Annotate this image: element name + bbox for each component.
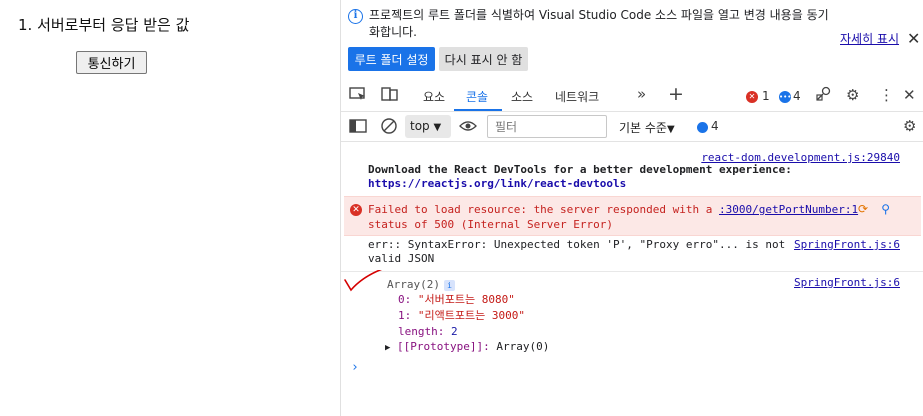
log-levels-dropdown[interactable]: 기본 수준▼ bbox=[619, 119, 675, 136]
console-error-message: ✕ Failed to load resource: the server re… bbox=[344, 196, 921, 236]
filter-input[interactable] bbox=[487, 115, 607, 138]
tab-network[interactable]: 네트워크 bbox=[555, 88, 599, 105]
array-item: 0: "서버포트는 8080" bbox=[398, 293, 515, 307]
array-key: length: bbox=[398, 325, 445, 338]
network-request-icon[interactable]: ⟳ bbox=[858, 202, 868, 216]
network-icons[interactable]: ⟳ ⚲ bbox=[858, 202, 890, 216]
console-toolbar: top ▼ 기본 수준▼ 4 ⚙ bbox=[341, 112, 923, 142]
message-body: status of 500 (Internal Server Error) bbox=[368, 218, 614, 231]
source-link[interactable]: SpringFront.js:6 bbox=[794, 238, 900, 251]
log-levels-label: 기본 수준 bbox=[619, 121, 667, 135]
page-heading: 1. 서버로부터 응답 받은 값 bbox=[18, 16, 190, 34]
array-length: length: 2 bbox=[398, 325, 458, 339]
message-text: Download the React DevTools for a better… bbox=[368, 163, 903, 191]
message-text: err:: SyntaxError: Unexpected token 'P',… bbox=[368, 238, 786, 265]
more-options-icon[interactable]: ⋮ bbox=[879, 86, 894, 104]
console-message: SpringFront.js:6 err:: SyntaxError: Unex… bbox=[341, 236, 923, 272]
tab-console[interactable]: 콘솔 bbox=[466, 88, 488, 105]
infobar-message: 프로젝트의 루트 폴더를 식별하여 Visual Studio Code 소스 … bbox=[369, 8, 829, 39]
active-tab-indicator bbox=[454, 109, 502, 111]
chevron-down-icon: ▼ bbox=[433, 122, 442, 133]
message-icon[interactable]: ••• bbox=[779, 91, 791, 103]
tab-elements[interactable]: 요소 bbox=[423, 88, 445, 105]
message-text: Failed to load resource: the server resp… bbox=[368, 202, 878, 232]
console-array-message: SpringFront.js:6 Array(2) i 0: "서버포트는 808… bbox=[341, 270, 923, 366]
inspect-element-icon[interactable] bbox=[349, 86, 367, 106]
console-output: react-dom.development.js:29840 Download … bbox=[341, 143, 923, 416]
array-key: 0: bbox=[398, 293, 412, 306]
feedback-icon[interactable] bbox=[815, 86, 833, 106]
array-key: 1: bbox=[398, 309, 412, 322]
source-link[interactable]: SpringFront.js:6 bbox=[794, 276, 900, 289]
clear-console-icon[interactable] bbox=[380, 117, 398, 139]
fetch-button[interactable]: 통신하기 bbox=[76, 51, 147, 74]
close-devtools-icon[interactable]: ✕ bbox=[903, 86, 916, 104]
context-select[interactable]: top ▼ bbox=[405, 115, 451, 138]
prototype-key: [[Prototype]]: bbox=[397, 340, 490, 353]
console-prompt-icon[interactable]: › bbox=[351, 360, 359, 375]
info-icon: i bbox=[348, 9, 363, 24]
console-settings-icon[interactable]: ⚙ bbox=[903, 117, 916, 135]
error-icon: ✕ bbox=[350, 204, 362, 216]
eye-icon[interactable] bbox=[459, 119, 477, 137]
sidebar-toggle-icon[interactable] bbox=[349, 118, 367, 138]
message-count[interactable]: 4 bbox=[793, 89, 801, 103]
expand-triangle-icon[interactable]: ▶ bbox=[385, 343, 390, 353]
set-root-folder-button[interactable]: 루트 폴더 설정 bbox=[348, 47, 435, 71]
issues-count[interactable]: 4 bbox=[711, 119, 719, 133]
message-body: Failed to load resource: the server resp… bbox=[368, 203, 719, 216]
infobar: i 프로젝트의 루트 폴더를 식별하여 Visual Studio Code 소… bbox=[341, 0, 923, 78]
more-tabs-icon[interactable]: » bbox=[637, 85, 646, 103]
array-summary[interactable]: Array(2) i bbox=[387, 278, 455, 291]
prototype-value: Array(0) bbox=[496, 340, 550, 353]
context-value: top bbox=[410, 119, 430, 133]
web-page: 1. 서버로부터 응답 받은 값 통신하기 bbox=[0, 0, 340, 416]
issues-icon[interactable] bbox=[697, 122, 708, 133]
error-count[interactable]: 1 bbox=[762, 89, 770, 103]
array-value: 2 bbox=[450, 325, 458, 338]
array-value: "리액트포트는 3000" bbox=[417, 309, 525, 322]
search-icon[interactable]: ⚲ bbox=[881, 202, 890, 216]
message-body: Download the React DevTools for a better… bbox=[368, 163, 792, 176]
error-icon[interactable]: ✕ bbox=[746, 91, 758, 103]
resource-link[interactable]: :3000/getPortNumber:1 bbox=[719, 203, 858, 216]
close-icon[interactable]: ✕ bbox=[907, 29, 920, 48]
learn-more-link[interactable]: 자세히 표시 bbox=[840, 30, 899, 47]
gear-icon[interactable]: ⚙ bbox=[846, 86, 859, 104]
info-badge-icon[interactable]: i bbox=[443, 279, 455, 291]
tab-sources[interactable]: 소스 bbox=[511, 88, 533, 105]
devtools-tabbar: 요소 콘솔 소스 네트워크 » + ✕ 1 ••• 4 ⚙ ⋮ ✕ bbox=[341, 80, 923, 112]
console-message: react-dom.development.js:29840 Download … bbox=[341, 149, 923, 199]
chevron-down-icon: ▼ bbox=[666, 124, 675, 135]
array-item: 1: "리액트포트는 3000" bbox=[398, 309, 525, 323]
array-label: Array(2) bbox=[387, 278, 440, 291]
devtools-panel: i 프로젝트의 루트 폴더를 식별하여 Visual Studio Code 소… bbox=[341, 0, 923, 416]
dont-show-again-button[interactable]: 다시 표시 안 함 bbox=[439, 47, 528, 71]
add-tab-icon[interactable]: + bbox=[668, 83, 684, 105]
device-toolbar-icon[interactable] bbox=[381, 86, 399, 106]
array-value: "서버포트는 8080" bbox=[417, 293, 515, 306]
prototype-row[interactable]: ▶ [[Prototype]]: Array(0) bbox=[385, 340, 549, 353]
react-devtools-link[interactable]: https://reactjs.org/link/react-devtools bbox=[368, 177, 626, 190]
